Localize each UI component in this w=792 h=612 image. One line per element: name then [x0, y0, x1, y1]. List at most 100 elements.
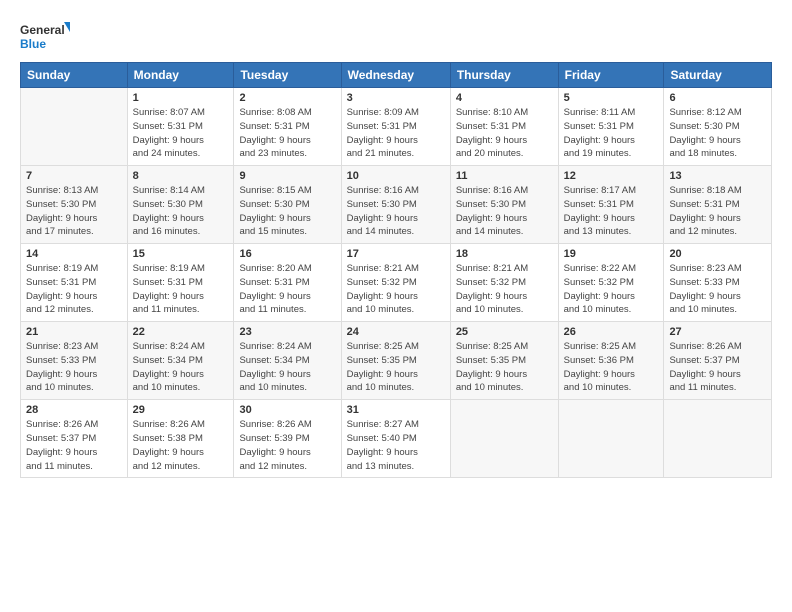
day-cell: 29 Sunrise: 8:26 AMSunset: 5:38 PMDayligh…: [127, 400, 234, 478]
day-number: 5: [564, 92, 659, 104]
day-number: 28: [26, 404, 122, 416]
weekday-wednesday: Wednesday: [341, 63, 450, 88]
week-row-1: 1 Sunrise: 8:07 AMSunset: 5:31 PMDaylight…: [21, 88, 772, 166]
day-number: 1: [133, 92, 229, 104]
day-info: Sunrise: 8:15 AMSunset: 5:30 PMDaylight:…: [239, 184, 335, 239]
weekday-monday: Monday: [127, 63, 234, 88]
weekday-header-row: SundayMondayTuesdayWednesdayThursdayFrid…: [21, 63, 772, 88]
day-number: 14: [26, 248, 122, 260]
day-number: 10: [347, 170, 445, 182]
day-cell: [450, 400, 558, 478]
day-number: 2: [239, 92, 335, 104]
logo-svg: General Blue: [20, 18, 70, 54]
day-cell: 13Sunrise: 8:18 AMSunset: 5:31 PMDayligh…: [664, 166, 772, 244]
day-info: Sunrise: 8:18 AMSunset: 5:31 PMDaylight:…: [669, 184, 766, 239]
day-number: 17: [347, 248, 445, 260]
logo: General Blue: [20, 18, 70, 54]
day-info: Sunrise: 8:19 AMSunset: 5:31 PMDaylight:…: [133, 262, 229, 317]
day-cell: [558, 400, 664, 478]
day-number: 29: [133, 404, 229, 416]
day-cell: 7 Sunrise: 8:13 AMSunset: 5:30 PMDaylight…: [21, 166, 128, 244]
week-row-4: 21 Sunrise: 8:23 AMSunset: 5:33 PMDayligh…: [21, 322, 772, 400]
day-info: Sunrise: 8:25 AMSunset: 5:36 PMDaylight:…: [564, 340, 659, 395]
day-cell: 24 Sunrise: 8:25 AMSunset: 5:35 PMDayligh…: [341, 322, 450, 400]
day-cell: 2 Sunrise: 8:08 AMSunset: 5:31 PMDaylight…: [234, 88, 341, 166]
day-info: Sunrise: 8:24 AMSunset: 5:34 PMDaylight:…: [133, 340, 229, 395]
day-number: 12: [564, 170, 659, 182]
day-cell: 14 Sunrise: 8:19 AMSunset: 5:31 PMDayligh…: [21, 244, 128, 322]
day-cell: 28 Sunrise: 8:26 AMSunset: 5:37 PMDayligh…: [21, 400, 128, 478]
day-cell: 9 Sunrise: 8:15 AMSunset: 5:30 PMDaylight…: [234, 166, 341, 244]
day-info: Sunrise: 8:14 AMSunset: 5:30 PMDaylight:…: [133, 184, 229, 239]
day-info: Sunrise: 8:23 AMSunset: 5:33 PMDaylight:…: [26, 340, 122, 395]
day-info: Sunrise: 8:09 AMSunset: 5:31 PMDaylight:…: [347, 106, 445, 161]
day-info: Sunrise: 8:25 AMSunset: 5:35 PMDaylight:…: [347, 340, 445, 395]
day-number: 27: [669, 326, 766, 338]
day-cell: 11 Sunrise: 8:16 AMSunset: 5:30 PMDayligh…: [450, 166, 558, 244]
day-cell: 17Sunrise: 8:21 AMSunset: 5:32 PMDayligh…: [341, 244, 450, 322]
day-info: Sunrise: 8:24 AMSunset: 5:34 PMDaylight:…: [239, 340, 335, 395]
day-number: 19: [564, 248, 659, 260]
day-cell: 22Sunrise: 8:24 AMSunset: 5:34 PMDayligh…: [127, 322, 234, 400]
day-info: Sunrise: 8:16 AMSunset: 5:30 PMDaylight:…: [456, 184, 553, 239]
day-info: Sunrise: 8:17 AMSunset: 5:31 PMDaylight:…: [564, 184, 659, 239]
day-info: Sunrise: 8:07 AMSunset: 5:31 PMDaylight:…: [133, 106, 229, 161]
day-info: Sunrise: 8:21 AMSunset: 5:32 PMDaylight:…: [456, 262, 553, 317]
day-number: 15: [133, 248, 229, 260]
day-info: Sunrise: 8:12 AMSunset: 5:30 PMDaylight:…: [669, 106, 766, 161]
day-cell: 8 Sunrise: 8:14 AMSunset: 5:30 PMDaylight…: [127, 166, 234, 244]
day-cell: 21 Sunrise: 8:23 AMSunset: 5:33 PMDayligh…: [21, 322, 128, 400]
page-header: General Blue: [20, 18, 772, 54]
day-info: Sunrise: 8:27 AMSunset: 5:40 PMDaylight:…: [347, 418, 445, 473]
day-info: Sunrise: 8:13 AMSunset: 5:30 PMDaylight:…: [26, 184, 122, 239]
day-cell: 5Sunrise: 8:11 AMSunset: 5:31 PMDaylight…: [558, 88, 664, 166]
day-info: Sunrise: 8:26 AMSunset: 5:39 PMDaylight:…: [239, 418, 335, 473]
weekday-thursday: Thursday: [450, 63, 558, 88]
weekday-tuesday: Tuesday: [234, 63, 341, 88]
day-number: 9: [239, 170, 335, 182]
day-number: 30: [239, 404, 335, 416]
day-number: 25: [456, 326, 553, 338]
day-number: 4: [456, 92, 553, 104]
day-number: 31: [347, 404, 445, 416]
weekday-sunday: Sunday: [21, 63, 128, 88]
day-cell: 15 Sunrise: 8:19 AMSunset: 5:31 PMDayligh…: [127, 244, 234, 322]
day-cell: [664, 400, 772, 478]
day-info: Sunrise: 8:22 AMSunset: 5:32 PMDaylight:…: [564, 262, 659, 317]
day-cell: 6Sunrise: 8:12 AMSunset: 5:30 PMDaylight…: [664, 88, 772, 166]
day-number: 24: [347, 326, 445, 338]
day-info: Sunrise: 8:19 AMSunset: 5:31 PMDaylight:…: [26, 262, 122, 317]
day-info: Sunrise: 8:20 AMSunset: 5:31 PMDaylight:…: [239, 262, 335, 317]
day-info: Sunrise: 8:08 AMSunset: 5:31 PMDaylight:…: [239, 106, 335, 161]
week-row-5: 28 Sunrise: 8:26 AMSunset: 5:37 PMDayligh…: [21, 400, 772, 478]
day-number: 18: [456, 248, 553, 260]
day-info: Sunrise: 8:25 AMSunset: 5:35 PMDaylight:…: [456, 340, 553, 395]
day-number: 3: [347, 92, 445, 104]
day-info: Sunrise: 8:26 AMSunset: 5:38 PMDaylight:…: [133, 418, 229, 473]
day-cell: 19 Sunrise: 8:22 AMSunset: 5:32 PMDayligh…: [558, 244, 664, 322]
day-info: Sunrise: 8:16 AMSunset: 5:30 PMDaylight:…: [347, 184, 445, 239]
day-number: 20: [669, 248, 766, 260]
day-cell: 18 Sunrise: 8:21 AMSunset: 5:32 PMDayligh…: [450, 244, 558, 322]
day-cell: 31 Sunrise: 8:27 AMSunset: 5:40 PMDayligh…: [341, 400, 450, 478]
day-cell: 23Sunrise: 8:24 AMSunset: 5:34 PMDayligh…: [234, 322, 341, 400]
day-number: 7: [26, 170, 122, 182]
day-cell: 30 Sunrise: 8:26 AMSunset: 5:39 PMDayligh…: [234, 400, 341, 478]
day-cell: 26Sunrise: 8:25 AMSunset: 5:36 PMDayligh…: [558, 322, 664, 400]
day-cell: 20Sunrise: 8:23 AMSunset: 5:33 PMDayligh…: [664, 244, 772, 322]
day-cell: 10 Sunrise: 8:16 AMSunset: 5:30 PMDayligh…: [341, 166, 450, 244]
day-info: Sunrise: 8:26 AMSunset: 5:37 PMDaylight:…: [26, 418, 122, 473]
day-number: 8: [133, 170, 229, 182]
day-number: 21: [26, 326, 122, 338]
day-number: 16: [239, 248, 335, 260]
weekday-saturday: Saturday: [664, 63, 772, 88]
day-info: Sunrise: 8:26 AMSunset: 5:37 PMDaylight:…: [669, 340, 766, 395]
weekday-friday: Friday: [558, 63, 664, 88]
day-cell: 4Sunrise: 8:10 AMSunset: 5:31 PMDaylight…: [450, 88, 558, 166]
svg-text:Blue: Blue: [20, 37, 46, 51]
week-row-2: 7 Sunrise: 8:13 AMSunset: 5:30 PMDaylight…: [21, 166, 772, 244]
day-cell: [21, 88, 128, 166]
day-number: 11: [456, 170, 553, 182]
day-cell: 27 Sunrise: 8:26 AMSunset: 5:37 PMDayligh…: [664, 322, 772, 400]
day-cell: 25 Sunrise: 8:25 AMSunset: 5:35 PMDayligh…: [450, 322, 558, 400]
